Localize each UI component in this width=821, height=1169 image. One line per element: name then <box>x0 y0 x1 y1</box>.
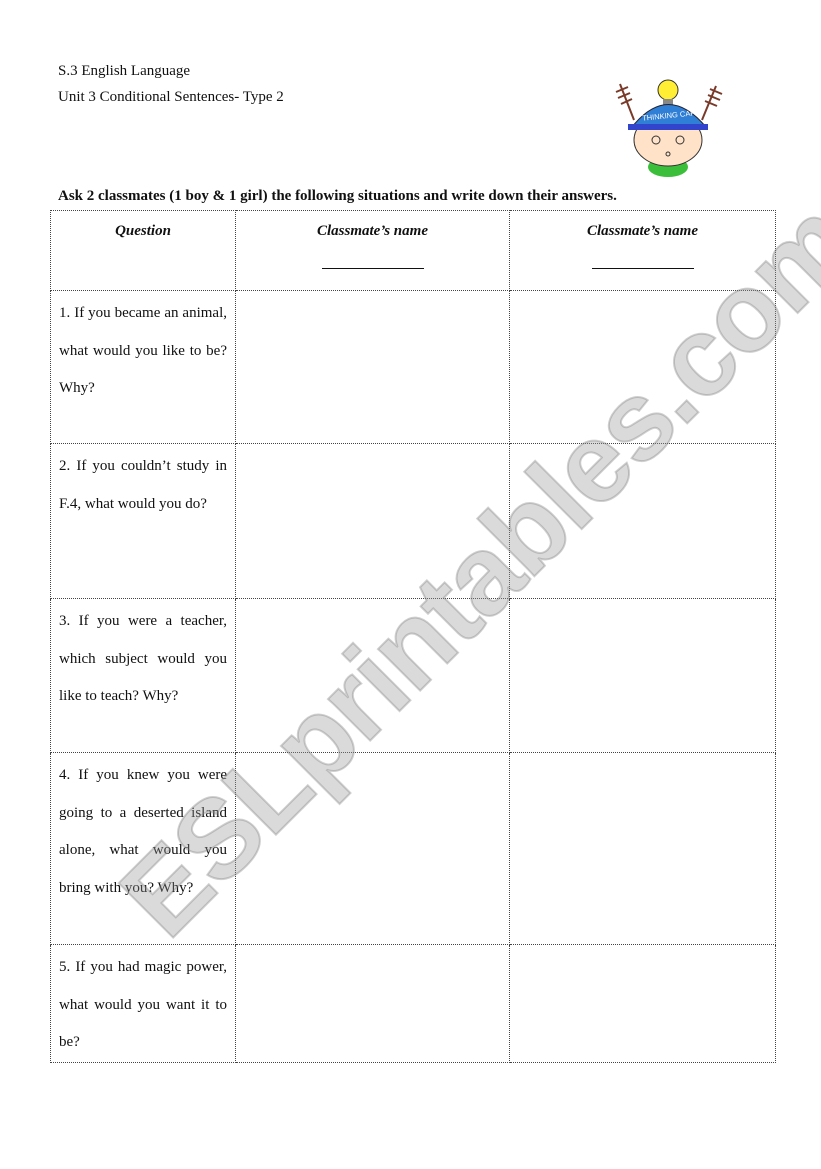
answer-cell[interactable] <box>509 443 776 599</box>
answer-cell[interactable] <box>235 290 510 444</box>
course-title: S.3 English Language <box>58 63 191 79</box>
question-cell: 4. If you knew you were going to a deser… <box>50 752 236 945</box>
table-row: 1. If you became an animal, what would y… <box>50 290 776 444</box>
table-row: 5. If you had magic power, what would yo… <box>50 944 776 1063</box>
answer-cell[interactable] <box>509 944 776 1063</box>
answer-cell[interactable] <box>235 944 510 1063</box>
header-label: Classmate’s name <box>587 223 698 239</box>
question-text: 1. If you became an animal, what would y… <box>59 305 227 396</box>
header-question: Question <box>50 210 236 291</box>
table-header-row: Question Classmate’s name Classmate’s na… <box>50 210 776 291</box>
header-classmate-1: Classmate’s name <box>235 210 510 291</box>
instruction-text: Ask 2 classmates (1 boy & 1 girl) the fo… <box>58 188 617 204</box>
answer-cell[interactable] <box>235 598 510 753</box>
question-cell: 3. If you were a teacher, which subject … <box>50 598 236 753</box>
unit-title: Unit 3 Conditional Sentences- Type 2 <box>58 89 284 105</box>
answer-cell[interactable] <box>509 290 776 444</box>
answer-cell[interactable] <box>235 752 510 945</box>
header-label: Classmate’s name <box>317 223 428 239</box>
table-row: 4. If you knew you were going to a deser… <box>50 752 776 945</box>
answer-cell[interactable] <box>509 752 776 945</box>
name-blank-line[interactable] <box>591 268 694 269</box>
question-text: 4. If you knew you were going to a deser… <box>59 767 227 896</box>
survey-table: Question Classmate’s name Classmate’s na… <box>50 210 776 1063</box>
header-label: Question <box>115 223 171 239</box>
question-text: 5. If you had magic power, what would yo… <box>59 959 227 1050</box>
header-classmate-2: Classmate’s name <box>509 210 776 291</box>
answer-cell[interactable] <box>235 443 510 599</box>
question-text: 2. If you couldn’t study in F.4, what wo… <box>59 458 227 512</box>
question-cell: 5. If you had magic power, what would yo… <box>50 944 236 1063</box>
table-row: 3. If you were a teacher, which subject … <box>50 598 776 753</box>
thinking-cap-boy-illustration: THINKING CAP <box>615 79 723 177</box>
name-blank-line[interactable] <box>321 268 424 269</box>
lightbulb-icon <box>657 79 679 101</box>
question-text: 3. If you were a teacher, which subject … <box>59 613 227 704</box>
table-row: 2. If you couldn’t study in F.4, what wo… <box>50 443 776 599</box>
answer-cell[interactable] <box>509 598 776 753</box>
question-cell: 2. If you couldn’t study in F.4, what wo… <box>50 443 236 599</box>
question-cell: 1. If you became an animal, what would y… <box>50 290 236 444</box>
